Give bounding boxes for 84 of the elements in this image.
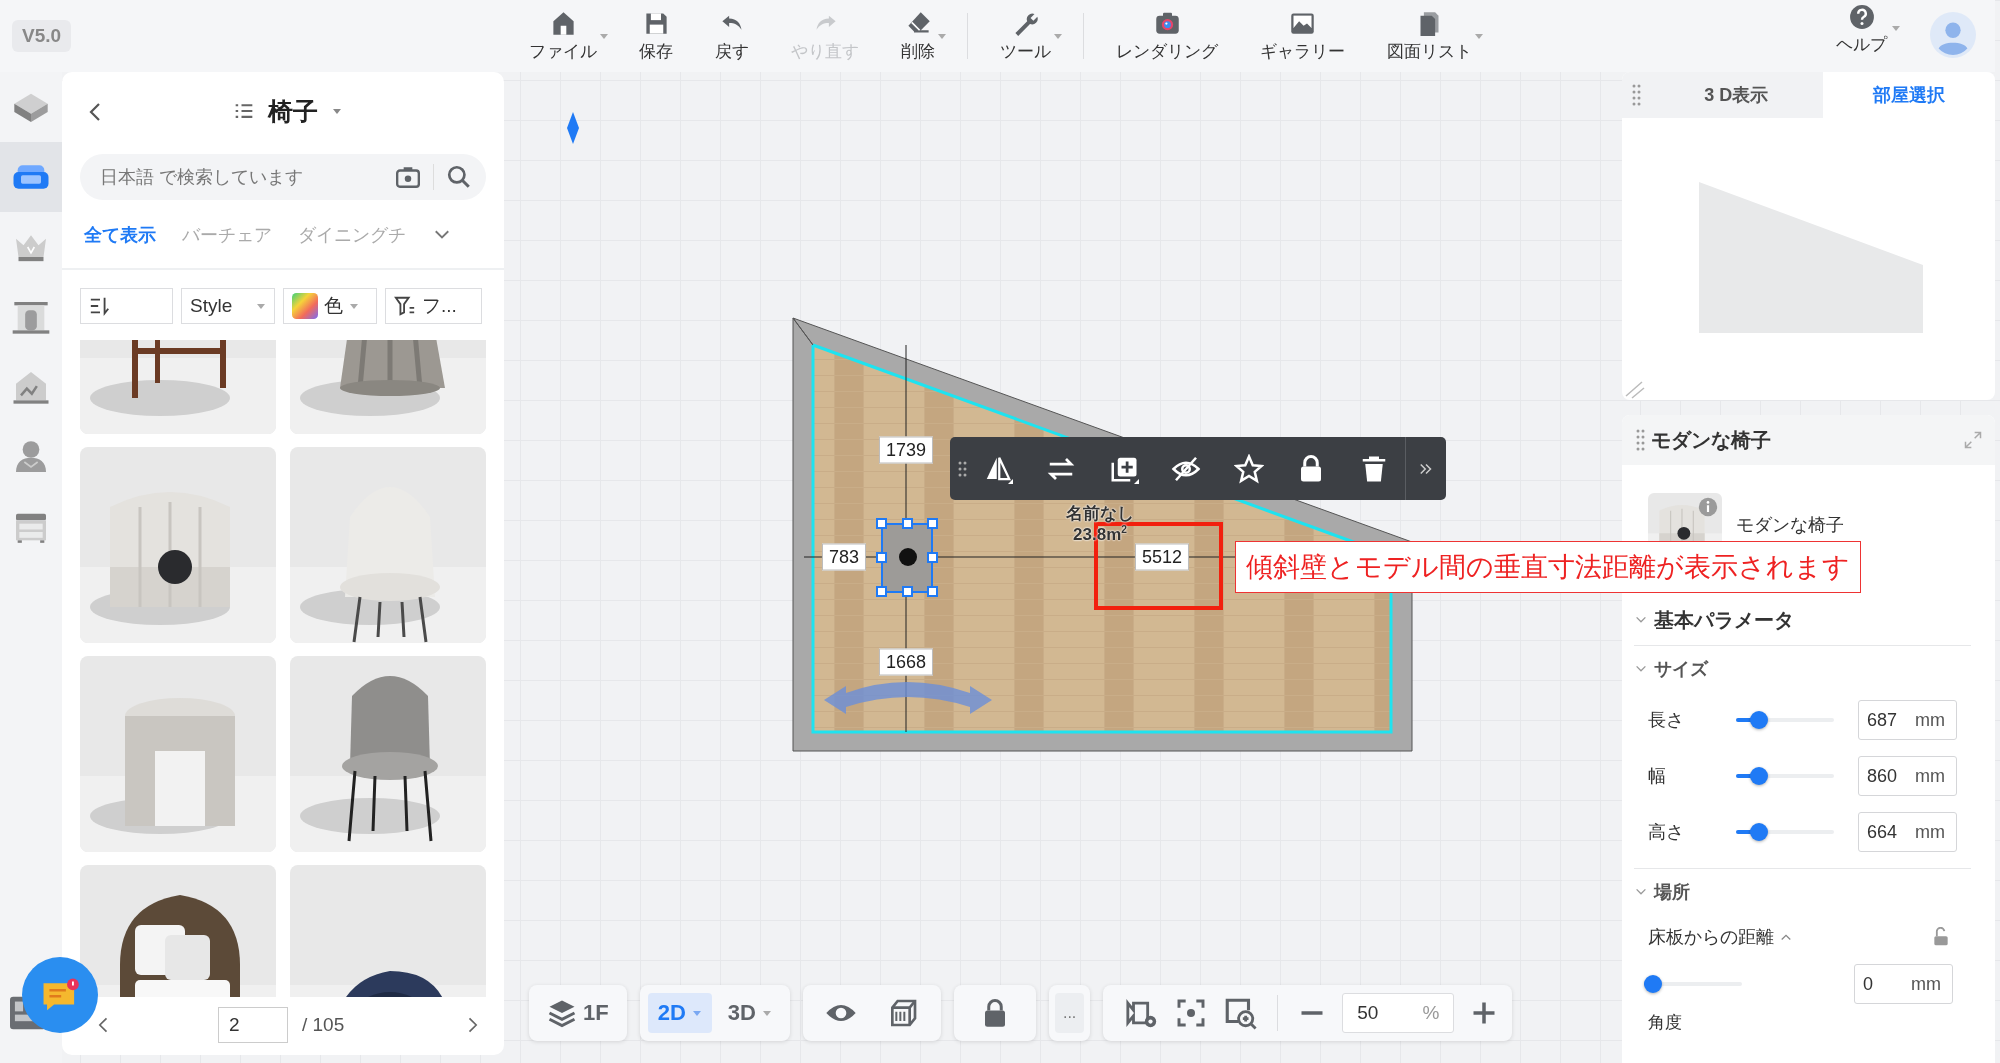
caret-icon [332,107,342,115]
help-icon [1848,4,1875,30]
help-button[interactable]: ヘルプ [1822,4,1901,56]
parameter-label: 床板からの距離 [1648,926,1774,949]
callout: 傾斜壁とモデル間の垂直寸法距離が表示されます [1235,541,1861,593]
list-icon [234,101,254,121]
panel-title: モダンな椅子 [1651,427,1771,453]
dimension-label: 1739 [879,436,933,464]
unit-label: % [1422,1002,1440,1024]
toolbar-button[interactable]: ツール [986,9,1065,63]
drag-handle-icon [1636,429,1645,451]
caret-icon [691,1009,702,1017]
category-title[interactable]: 椅子 [268,94,318,128]
color-swatch-icon [292,293,318,319]
resize-handle[interactable] [1625,381,1645,399]
view-mode-button[interactable]: 3D [717,993,782,1033]
parameter-label: 長さ [1648,709,1685,732]
search-icon[interactable] [446,164,472,190]
lock-toggle[interactable] [1931,927,1951,947]
slider[interactable] [1736,711,1834,729]
toolbar-button[interactable]: ファイル [515,9,611,63]
page-total: / 105 [302,1013,345,1036]
section-header[interactable]: 基本パラメータ [1622,595,1794,645]
slider-thumb[interactable] [1644,975,1662,993]
lock-icon [1931,927,1951,947]
caret-icon [761,1009,772,1017]
toolbar-button[interactable]: 削除 [887,9,949,63]
category-tab[interactable]: 全て表示 [84,223,156,247]
caret-icon [1053,31,1063,40]
unit-label: mm [1915,709,1945,731]
dimension-label: 1668 [879,648,933,676]
version-badge: V5.0 [12,20,72,52]
sort-icon [89,295,111,317]
zoom-fit-icon[interactable] [1223,996,1258,1030]
parameter-label: 角度 [1647,1012,1683,1034]
view-tab[interactable]: 部屋選択 [1822,72,1995,118]
slider-thumb[interactable] [1749,767,1768,785]
filter-dropdown[interactable]: フ... [385,288,482,324]
caret-icon [937,31,947,40]
drag-handle-icon [1631,84,1641,106]
parameter-label: 高さ [1648,821,1685,844]
section-header[interactable]: サイズ [1622,646,1708,692]
compass-icon [567,112,579,144]
parameter-label: 幅 [1648,765,1667,788]
toolbar-button[interactable]: 図面リスト [1373,9,1486,63]
style-dropdown[interactable]: Style [181,288,275,324]
more-button[interactable]: ... [1054,993,1085,1033]
toolbar-button[interactable]: ギャラリー [1246,9,1359,63]
search-input[interactable]: 日本語 で検索しています [98,165,395,189]
sort-dropdown[interactable] [80,288,173,324]
toolbar-button[interactable]: 戻す [701,9,763,63]
slider[interactable] [1736,823,1834,841]
room-name: 名前なし [1066,502,1134,524]
unit-label: mm [1915,765,1945,787]
unit-label: mm [1911,973,1941,995]
camera-icon[interactable] [395,164,421,190]
rotate-handle[interactable] [824,682,992,714]
search-bar[interactable]: 日本語 で検索しています [80,154,486,200]
unit-label: mm [1915,821,1945,843]
slider[interactable] [1644,975,1742,993]
filter-icon [394,295,416,317]
sidebar-item[interactable] [0,142,62,212]
caret-icon [349,302,359,310]
page-input[interactable]: 2 [218,1006,288,1043]
item-name: モダンな椅子 [1736,514,1844,537]
pillow-shape [899,548,917,566]
caret-icon [1891,24,1901,32]
dimension-label: 783 [822,543,866,571]
caret-icon [1474,31,1484,40]
section-header[interactable]: 場所 [1622,869,1690,915]
info-icon[interactable] [1698,497,1718,517]
selection-frame[interactable] [876,518,938,597]
caret-icon [256,302,266,310]
slider-thumb[interactable] [1749,711,1768,729]
toolbar-button[interactable]: レンダリング [1102,9,1232,63]
color-dropdown[interactable]: 色 [283,288,377,324]
slider[interactable] [1736,767,1834,785]
drag-handle-icon [958,460,967,477]
dimension-label: 5512 [1135,543,1189,571]
star-icon [1233,453,1264,484]
slider-thumb[interactable] [1749,823,1768,841]
caret-icon [599,31,609,40]
toolbar-button[interactable]: 保存 [625,9,687,63]
layers-icon [547,998,577,1028]
